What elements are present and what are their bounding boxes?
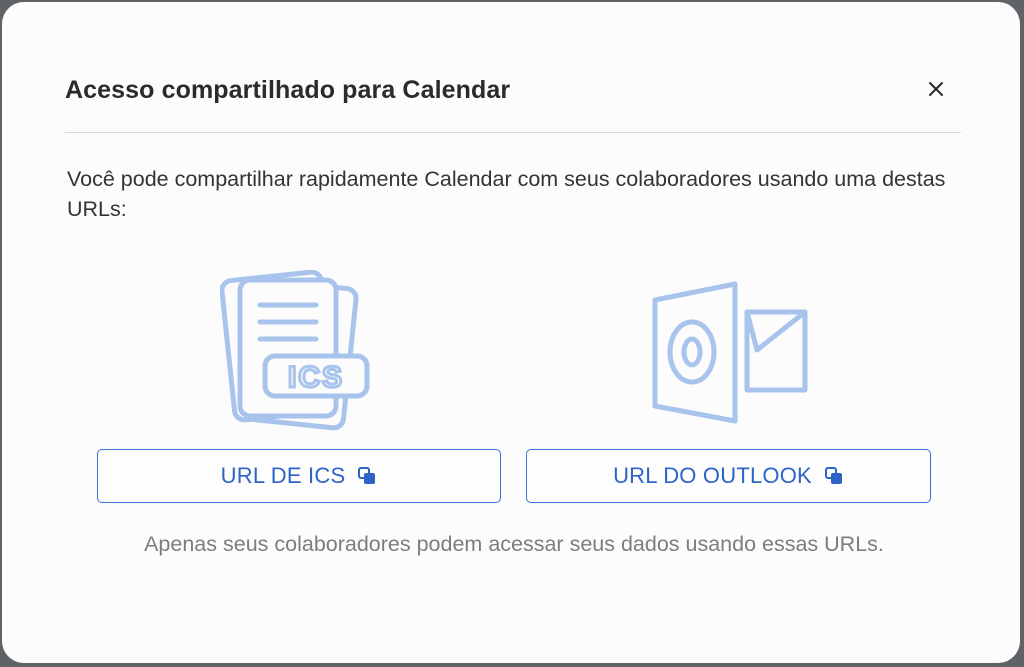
- outlook-url-button[interactable]: URL DO OUTLOOK: [526, 449, 931, 503]
- copy-icon: [824, 467, 842, 484]
- close-icon[interactable]: [925, 78, 947, 100]
- outlook-icon: [652, 281, 808, 424]
- footnote: Apenas seus colaboradores podem acessar …: [144, 532, 884, 556]
- dialog-title: Acesso compartilhado para Calendar: [65, 76, 511, 104]
- copy-icon: [358, 467, 376, 484]
- dialog-header: Acesso compartilhado para Calendar: [65, 62, 961, 133]
- dialog-description: Você pode compartilhar rapidamente Calen…: [67, 167, 946, 221]
- ics-file-icon: ICS: [220, 270, 370, 431]
- outlook-url-button-label: URL DO OUTLOOK: [613, 463, 812, 488]
- ics-url-button-label: URL DE ICS: [220, 463, 346, 488]
- ics-label: ICS: [288, 361, 344, 394]
- share-dialog: Acesso compartilhado para Calendar Você …: [2, 2, 1020, 663]
- ics-url-button[interactable]: URL DE ICS: [97, 449, 501, 503]
